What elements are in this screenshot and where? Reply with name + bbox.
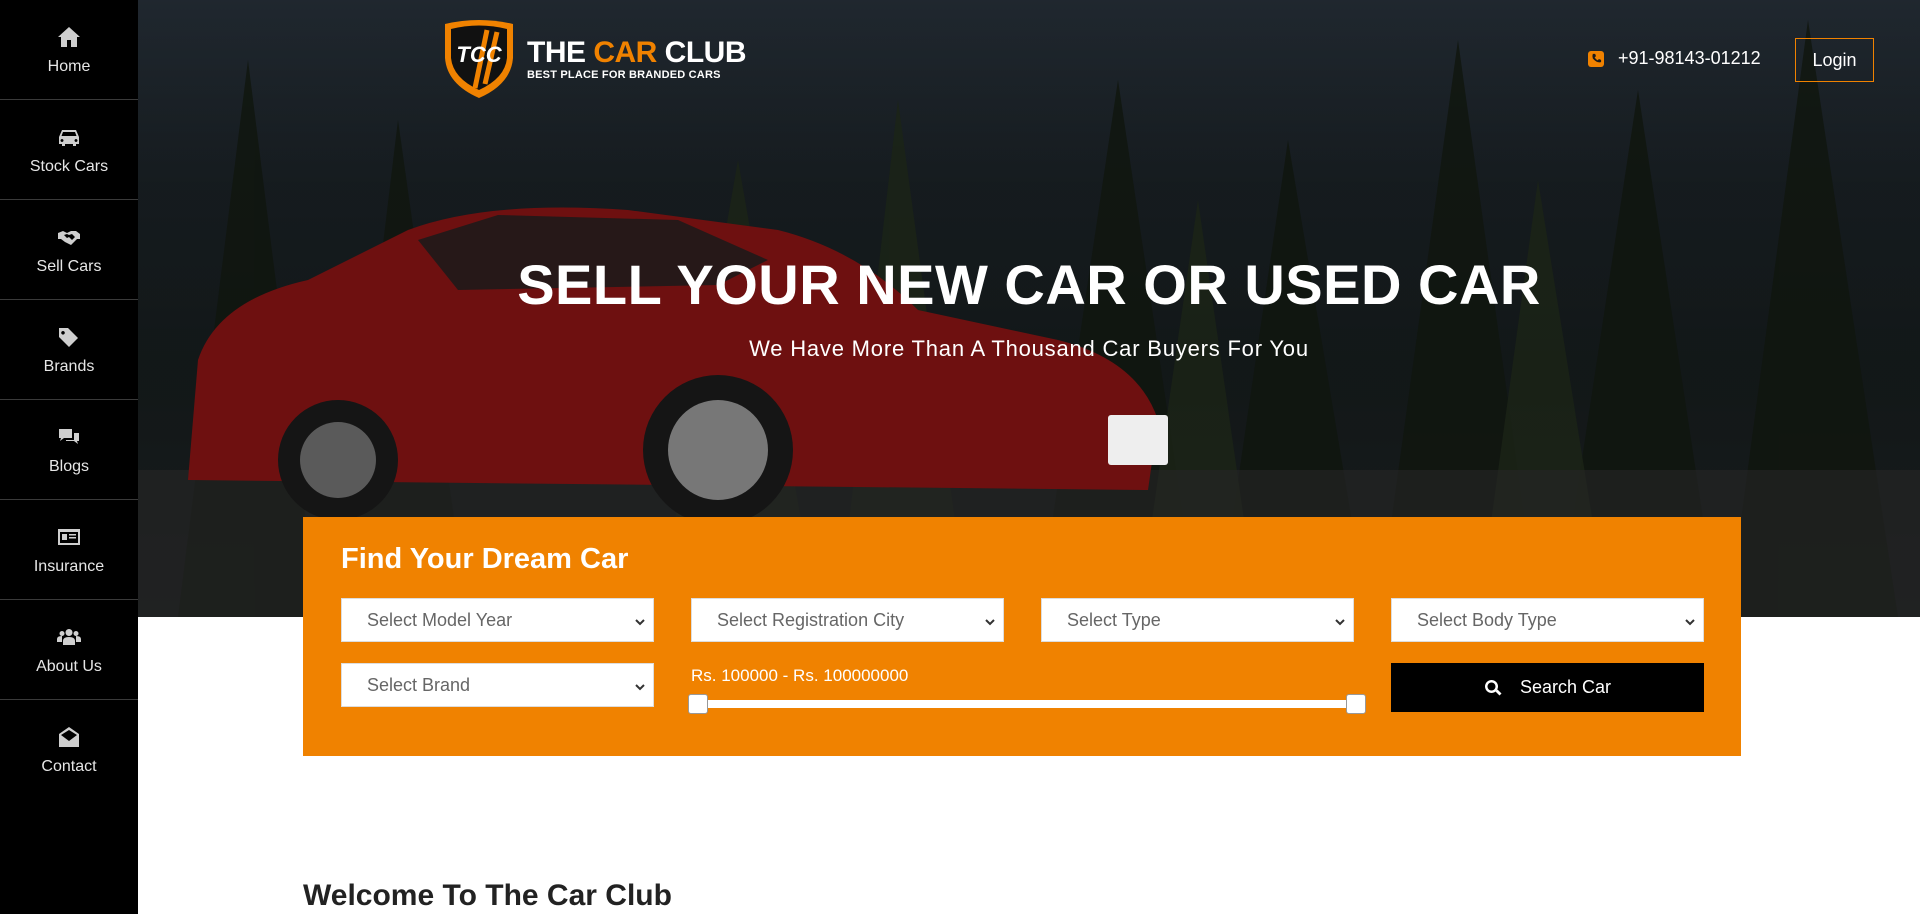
sidebar-item-stock-cars[interactable]: Stock Cars (0, 100, 138, 200)
search-panel-title: Find Your Dream Car (341, 543, 629, 575)
chevron-down-icon (983, 613, 997, 627)
handshake-icon (56, 224, 82, 250)
search-icon (1484, 679, 1502, 695)
sidebar-item-home[interactable]: Home (0, 0, 138, 100)
chevron-down-icon (1683, 613, 1697, 627)
sidebar-item-label: Home (47, 57, 91, 75)
home-icon (56, 24, 82, 50)
chevron-down-icon (633, 613, 647, 627)
search-car-button-label: Search Car (1519, 677, 1612, 697)
sidebar-item-label: Sell Cars (36, 257, 102, 275)
sidebar-item-label: Blogs (48, 457, 90, 475)
sidebar-item-blogs[interactable]: Blogs (0, 400, 138, 500)
sidebar-item-brands[interactable]: Brands (0, 300, 138, 400)
logo-mark-text: TCC (456, 42, 502, 67)
car-icon (56, 124, 82, 150)
sidebar-item-label: About Us (36, 657, 102, 675)
logo-title: THE CAR CLUB (527, 36, 747, 69)
welcome-heading: Welcome To The Car Club (303, 879, 672, 912)
registration-city-select[interactable]: Select Registration City (691, 598, 1004, 642)
sidebar-item-label: Brands (43, 357, 95, 375)
registration-city-select-value: Select Registration City (717, 609, 905, 630)
users-icon (56, 624, 82, 650)
body-type-select-value: Select Body Type (1417, 609, 1557, 630)
sidebar-item-contact[interactable]: Contact (0, 700, 138, 800)
type-select-value: Select Type (1067, 609, 1161, 630)
price-max-handle[interactable] (1346, 694, 1366, 714)
sidebar: Home Stock Cars Sell Cars Brands Blogs I… (0, 0, 138, 914)
phone-number: +91-98143-01212 (1618, 48, 1761, 68)
sidebar-item-label: Stock Cars (29, 157, 109, 175)
chevron-down-icon (1333, 613, 1347, 627)
sidebar-item-insurance[interactable]: Insurance (0, 500, 138, 600)
type-select[interactable]: Select Type (1041, 598, 1354, 642)
price-range-label: Rs. 100000 - Rs. 100000000 (691, 666, 909, 685)
car-search-panel: Find Your Dream Car Select Model Year Se… (303, 517, 1741, 756)
search-car-button[interactable]: Search Car (1391, 663, 1704, 712)
login-button[interactable]: Login (1795, 38, 1874, 82)
model-year-select-value: Select Model Year (367, 609, 513, 630)
price-min-handle[interactable] (688, 694, 708, 714)
chevron-down-icon (633, 678, 647, 692)
hero-subtitle: We Have More Than A Thousand Car Buyers … (749, 336, 1309, 361)
sidebar-item-sell-cars[interactable]: Sell Cars (0, 200, 138, 300)
logo-title-part-2: CLUB (656, 36, 747, 69)
comments-icon (56, 424, 82, 450)
sidebar-item-about-us[interactable]: About Us (0, 600, 138, 700)
envelope-open-icon (56, 724, 82, 750)
tcc-shield-logo: TCC (445, 20, 513, 98)
hero-title: SELL YOUR NEW CAR OR USED CAR (517, 253, 1541, 316)
logo-tagline: BEST PLACE FOR BRANDED CARS (527, 69, 721, 81)
site-logo[interactable]: TCC THE CAR CLUB BEST PLACE FOR BRANDED … (441, 18, 747, 100)
brand-select-value: Select Brand (367, 674, 471, 695)
brand-select[interactable]: Select Brand (341, 663, 654, 707)
sidebar-item-label: Contact (41, 758, 97, 775)
model-year-select[interactable]: Select Model Year (341, 598, 654, 642)
phone-contact[interactable]: +91-98143-01212 (1588, 48, 1761, 69)
id-card-icon (56, 524, 82, 550)
phone-icon (1588, 50, 1604, 67)
logo-title-accent: CAR (593, 36, 657, 69)
logo-text: THE CAR CLUB BEST PLACE FOR BRANDED CARS (527, 36, 747, 82)
body-type-select[interactable]: Select Body Type (1391, 598, 1704, 642)
logo-title-part-1: THE (527, 36, 594, 69)
tags-icon (56, 324, 82, 350)
sidebar-item-label: Insurance (33, 557, 105, 575)
price-range-slider[interactable] (688, 694, 1366, 714)
